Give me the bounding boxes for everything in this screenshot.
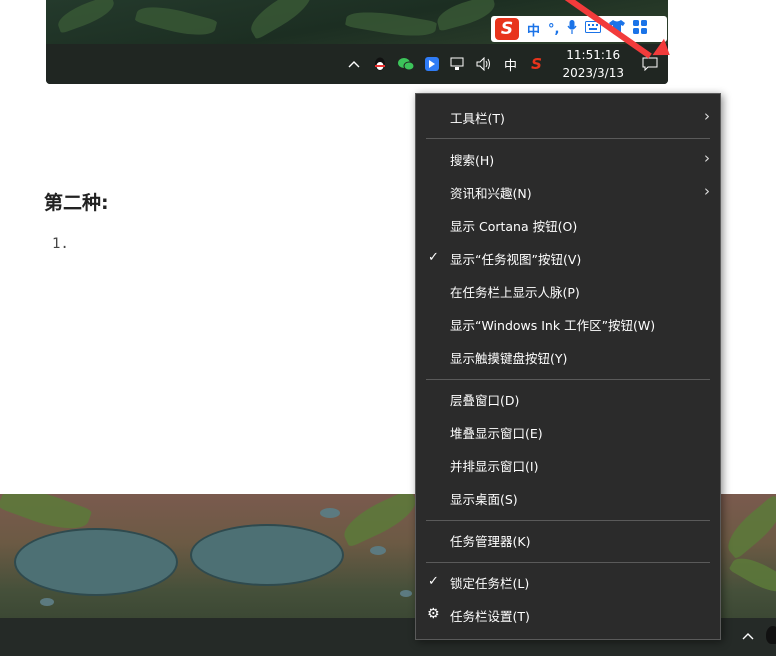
menu-item-label: 层叠窗口(D) — [450, 393, 520, 408]
sogou-tray-icon[interactable]: S — [528, 55, 544, 73]
clock-date: 2023/3/13 — [562, 66, 624, 80]
qq-icon[interactable] — [766, 626, 776, 644]
top-desktop-screenshot: S 中 °, 中 S 11:51:16 2023/3/13 — [46, 0, 668, 84]
menu-item-label: 任务栏设置(T) — [450, 609, 530, 624]
menu-item-label: 任务管理器(K) — [450, 534, 531, 549]
taskbar-context-menu: 工具栏(T) › 搜索(H) › 资讯和兴趣(N) › 显示 Cortana 按… — [415, 93, 721, 640]
menu-item-show-desktop[interactable]: 显示桌面(S) — [416, 482, 720, 515]
menu-item-show-people[interactable]: 在任务栏上显示人脉(P) — [416, 275, 720, 308]
wallpaper-pebble — [370, 546, 386, 555]
menu-item-taskbar-settings[interactable]: ⚙ 任务栏设置(T) — [416, 599, 720, 632]
wallpaper-leaf — [344, 6, 438, 42]
input-method-indicator[interactable]: 中 — [502, 56, 518, 74]
ime-toolbar[interactable]: S 中 °, — [491, 16, 667, 42]
sogou-logo-icon[interactable]: S — [495, 18, 519, 40]
wallpaper-stone — [14, 528, 178, 596]
menu-item-toolbars[interactable]: 工具栏(T) › — [416, 101, 720, 134]
mic-icon[interactable] — [567, 20, 578, 38]
wallpaper-leaf — [54, 0, 118, 34]
menu-item-cascade-windows[interactable]: 层叠窗口(D) — [416, 383, 720, 416]
menu-item-label: 并排显示窗口(I) — [450, 459, 539, 474]
section-heading: 第二种: — [44, 192, 109, 214]
menu-item-label: 显示“任务视图”按钮(V) — [450, 252, 582, 267]
ordered-list-marker: 1. — [52, 236, 69, 252]
app-tray-icon[interactable] — [424, 56, 440, 72]
menu-separator — [426, 138, 710, 139]
gear-icon: ⚙ — [427, 606, 440, 622]
wallpaper-pebble — [320, 508, 340, 518]
ime-punctuation[interactable]: °, — [548, 22, 559, 37]
checkmark-icon: ✓ — [428, 574, 439, 589]
menu-item-label: 工具栏(T) — [450, 111, 505, 126]
notification-icon[interactable] — [642, 56, 658, 72]
menu-item-label: 搜索(H) — [450, 153, 495, 168]
chevron-right-icon: › — [704, 107, 710, 125]
chevron-right-icon: › — [704, 182, 710, 200]
menu-item-lock-taskbar[interactable]: ✓ 锁定任务栏(L) — [416, 566, 720, 599]
menu-item-task-manager[interactable]: 任务管理器(K) — [416, 524, 720, 557]
network-icon[interactable] — [450, 56, 466, 72]
menu-item-label: 在任务栏上显示人脉(P) — [450, 285, 580, 300]
menu-item-label: 堆叠显示窗口(E) — [450, 426, 543, 441]
chevron-up-icon[interactable] — [742, 628, 754, 644]
wechat-icon[interactable] — [398, 56, 415, 72]
menu-item-news-interests[interactable]: 资讯和兴趣(N) › — [416, 176, 720, 209]
menu-item-stack-windows[interactable]: 堆叠显示窗口(E) — [416, 416, 720, 449]
menu-item-side-by-side[interactable]: 并排显示窗口(I) — [416, 449, 720, 482]
menu-item-label: 锁定任务栏(L) — [450, 576, 530, 591]
wallpaper-stone — [190, 524, 344, 586]
menu-item-show-cortana[interactable]: 显示 Cortana 按钮(O) — [416, 209, 720, 242]
menu-separator — [426, 520, 710, 521]
menu-item-label: 显示“Windows Ink 工作区”按钮(W) — [450, 318, 656, 333]
menu-item-label: 显示桌面(S) — [450, 492, 518, 507]
wallpaper-pebble — [40, 598, 54, 606]
chevron-right-icon: › — [704, 149, 710, 167]
menu-separator — [426, 379, 710, 380]
taskbar: 中 S 11:51:16 2023/3/13 — [46, 44, 668, 84]
menu-item-label: 显示触摸键盘按钮(Y) — [450, 351, 568, 366]
taskbar-clock[interactable]: 11:51:16 2023/3/13 — [562, 46, 624, 82]
qq-icon[interactable] — [372, 56, 388, 72]
wallpaper-leaf — [337, 494, 423, 548]
checkmark-icon: ✓ — [428, 250, 439, 265]
wallpaper-leaf — [244, 0, 318, 40]
menu-item-label: 资讯和兴趣(N) — [450, 186, 532, 201]
menu-separator — [426, 562, 710, 563]
menu-item-show-touch-keyboard[interactable]: 显示触摸键盘按钮(Y) — [416, 341, 720, 374]
sogou-tray-logo: S — [531, 55, 542, 73]
menu-item-label: 显示 Cortana 按钮(O) — [450, 219, 578, 234]
volume-icon[interactable] — [476, 56, 492, 72]
chevron-up-icon[interactable] — [346, 56, 362, 72]
clock-time: 11:51:16 — [566, 48, 621, 62]
wallpaper-leaf — [719, 494, 776, 560]
menu-item-show-task-view[interactable]: ✓ 显示“任务视图”按钮(V) — [416, 242, 720, 275]
menu-item-search[interactable]: 搜索(H) › — [416, 143, 720, 176]
grid-icon[interactable] — [633, 20, 648, 38]
wallpaper-leaf — [434, 0, 498, 32]
wallpaper-leaf — [134, 0, 218, 42]
ime-chinese-mode[interactable]: 中 — [527, 20, 540, 39]
system-tray: 中 S 11:51:16 2023/3/13 — [346, 44, 668, 84]
wallpaper-pebble — [400, 590, 412, 597]
menu-item-show-windows-ink[interactable]: 显示“Windows Ink 工作区”按钮(W) — [416, 308, 720, 341]
